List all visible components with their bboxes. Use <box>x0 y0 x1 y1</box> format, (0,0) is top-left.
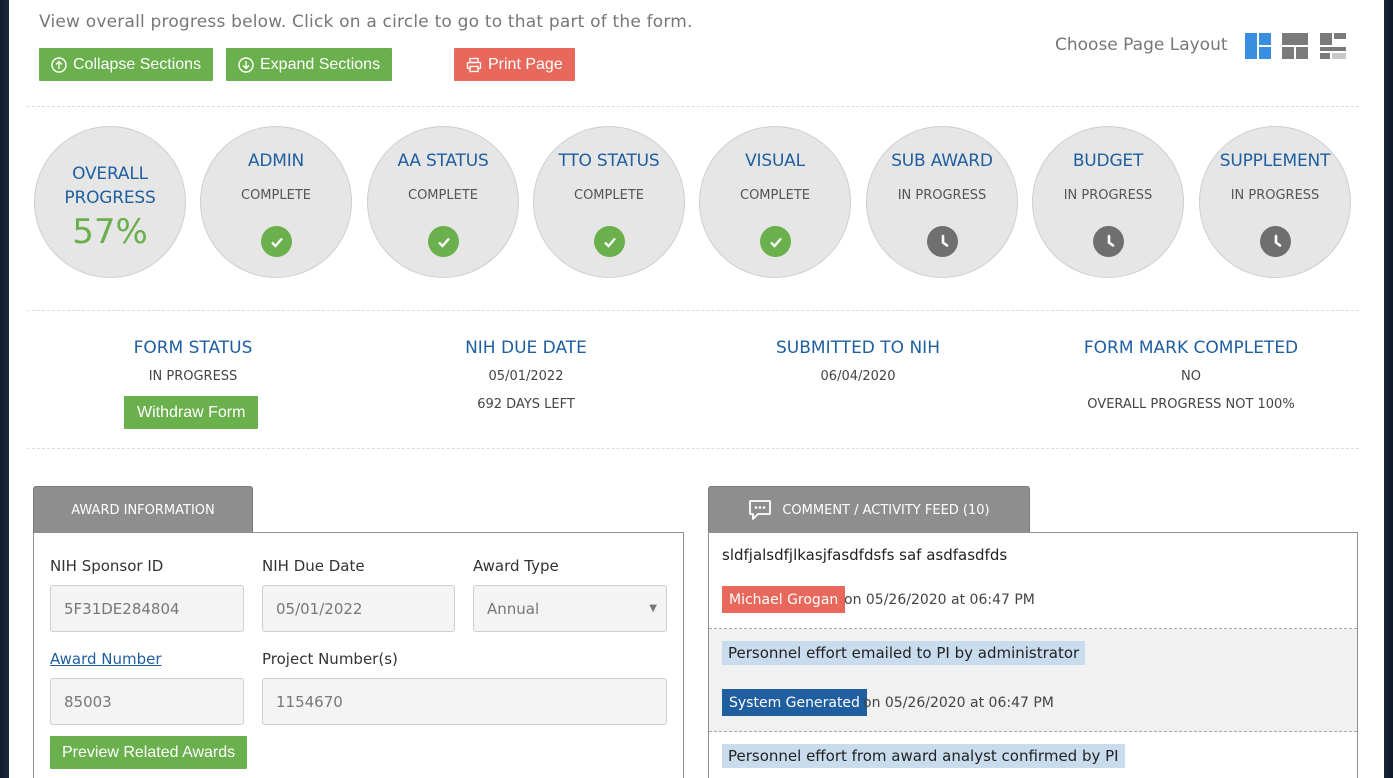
section-title: VISUAL <box>745 151 805 171</box>
feed-item: sldfjalsdfjlkasjfasdfdsfs saf asdfasdfds… <box>709 533 1357 629</box>
section-title: TTO STATUS <box>558 151 660 171</box>
speech-bubble-icon <box>749 500 772 520</box>
expand-sections-button[interactable]: Expand Sections <box>226 48 393 81</box>
section-circle-visual[interactable]: VISUAL COMPLETE <box>699 126 851 278</box>
section-title: ADMIN <box>247 151 305 171</box>
tab-award-information-label: AWARD INFORMATION <box>71 502 215 518</box>
due-date-label: NIH Due Date <box>262 557 365 575</box>
section-status: IN PROGRESS <box>1063 188 1153 203</box>
tab-comment-activity-feed-label: COMMENT / ACTIVITY FEED (10) <box>782 502 990 518</box>
award-number-field[interactable]: 85003 <box>50 678 244 725</box>
section-title: SUB AWARD <box>891 151 993 171</box>
print-page-label: Print Page <box>488 55 563 73</box>
layout-mixed-icon[interactable] <box>1320 33 1346 59</box>
form-status-block: FORM STATUS IN PROGRESS <box>28 338 358 384</box>
print-page-button[interactable]: Print Page <box>454 48 575 81</box>
expand-sections-label: Expand Sections <box>260 55 381 73</box>
activity-feed-panel: sldfjalsdfjlkasjfasdfdsfs saf asdfasdfds… <box>708 532 1358 778</box>
section-title: AA STATUS <box>397 151 489 171</box>
due-date-field[interactable]: 05/01/2022 <box>262 585 455 632</box>
feed-item-text: Personnel effort emailed to PI by admini… <box>722 641 1086 665</box>
sponsor-id-label: NIH Sponsor ID <box>50 557 164 575</box>
sponsor-id-field[interactable]: 5F31DE284804 <box>50 585 244 632</box>
form-mark-completed-title: FORM MARK COMPLETED <box>1083 338 1299 358</box>
check-icon <box>261 226 292 257</box>
feed-item-date: on 05/26/2020 at 06:47 PM <box>844 592 1035 608</box>
divider <box>27 448 1359 449</box>
award-number-link[interactable]: Award Number <box>50 650 162 668</box>
section-status: IN PROGRESS <box>897 188 987 203</box>
preview-related-awards-button[interactable]: Preview Related Awards <box>50 736 248 769</box>
feed-item-author[interactable]: Michael Grogan <box>722 586 846 613</box>
collapse-sections-button[interactable]: Collapse Sections <box>39 48 214 81</box>
clock-icon <box>1260 226 1291 257</box>
section-circle-admin[interactable]: ADMIN COMPLETE <box>200 126 352 278</box>
progress-not-complete-note: OVERALL PROGRESS NOT 100% <box>1087 397 1295 412</box>
layout-grid-icon[interactable] <box>1282 33 1308 59</box>
section-status: COMPLETE <box>408 188 478 203</box>
nih-due-date-title: NIH DUE DATE <box>465 338 587 358</box>
arrow-up-circle-icon <box>51 56 67 73</box>
clock-icon <box>927 226 958 257</box>
clock-icon <box>1093 226 1124 257</box>
project-numbers-label: Project Number(s) <box>262 650 398 668</box>
page: View overall progress below. Click on a … <box>9 0 1384 778</box>
days-left-value: 692 DAYS LEFT <box>477 397 575 412</box>
nih-due-date-block: NIH DUE DATE 05/01/2022 692 DAYS LEFT <box>361 338 691 412</box>
form-status-value: IN PROGRESS <box>148 369 238 384</box>
nih-due-date-value: 05/01/2022 <box>488 369 564 384</box>
overall-progress-percent: 57% <box>72 212 148 252</box>
feed-item-text: Personnel effort from award analyst conf… <box>722 744 1125 768</box>
submitted-to-nih-title: SUBMITTED TO NIH <box>776 338 940 358</box>
section-circle-tto-status[interactable]: TTO STATUS COMPLETE <box>533 126 685 278</box>
section-circle-supplement[interactable]: SUPPLEMENT IN PROGRESS <box>1199 126 1351 278</box>
section-status: COMPLETE <box>574 188 644 203</box>
dropdown-caret-icon: ▼ <box>649 603 657 614</box>
section-title: SUPPLEMENT <box>1219 151 1331 171</box>
overall-progress-circle[interactable]: OVERALL PROGRESS 57% <box>34 126 186 278</box>
tab-comment-activity-feed[interactable]: COMMENT / ACTIVITY FEED (10) <box>708 486 1030 533</box>
submitted-to-nih-block: SUBMITTED TO NIH 06/04/2020 <box>693 338 1023 384</box>
feed-item-text: sldfjalsdfjlkasjfasdfdsfs saf asdfasdfds <box>722 546 1008 564</box>
section-circle-sub-award[interactable]: SUB AWARD IN PROGRESS <box>866 126 1018 278</box>
tab-award-information[interactable]: AWARD INFORMATION <box>33 486 253 533</box>
divider <box>27 310 1359 311</box>
award-information-panel: NIH Sponsor ID 5F31DE284804 NIH Due Date… <box>33 532 684 778</box>
section-status: IN PROGRESS <box>1230 188 1320 203</box>
collapse-sections-label: Collapse Sections <box>73 55 202 73</box>
check-icon <box>594 226 625 257</box>
form-status-title: FORM STATUS <box>133 338 253 358</box>
feed-item: Personnel effort emailed to PI by admini… <box>709 629 1357 732</box>
award-type-select[interactable]: Annual ▼ <box>473 585 667 632</box>
award-type-value: Annual <box>487 599 540 618</box>
overall-progress-title: OVERALL PROGRESS <box>64 164 156 208</box>
feed-item: Personnel effort from award analyst conf… <box>709 732 1357 778</box>
intro-text: View overall progress below. Click on a … <box>39 12 693 32</box>
section-title: BUDGET <box>1072 151 1144 171</box>
award-type-label: Award Type <box>473 557 559 575</box>
withdraw-form-button[interactable]: Withdraw Form <box>124 396 259 429</box>
submitted-to-nih-value: 06/04/2020 <box>820 369 896 384</box>
feed-item-author[interactable]: System Generated <box>722 689 867 716</box>
check-icon <box>428 226 459 257</box>
layout-two-column-icon[interactable] <box>1245 33 1271 59</box>
printer-icon <box>466 57 482 72</box>
section-circle-budget[interactable]: BUDGET IN PROGRESS <box>1032 126 1184 278</box>
layout-chooser-label: Choose Page Layout <box>1055 35 1228 55</box>
divider <box>27 106 1359 107</box>
project-numbers-field[interactable]: 1154670 <box>262 678 667 725</box>
check-icon <box>760 226 791 257</box>
section-status: COMPLETE <box>241 188 311 203</box>
section-circle-aa-status[interactable]: AA STATUS COMPLETE <box>367 126 519 278</box>
form-mark-completed-value: NO <box>1181 369 1201 384</box>
arrow-down-circle-icon <box>238 56 254 73</box>
section-status: COMPLETE <box>740 188 810 203</box>
form-mark-completed-block: FORM MARK COMPLETED NO OVERALL PROGRESS … <box>1026 338 1356 412</box>
feed-item-date: on 05/26/2020 at 06:47 PM <box>863 695 1054 711</box>
